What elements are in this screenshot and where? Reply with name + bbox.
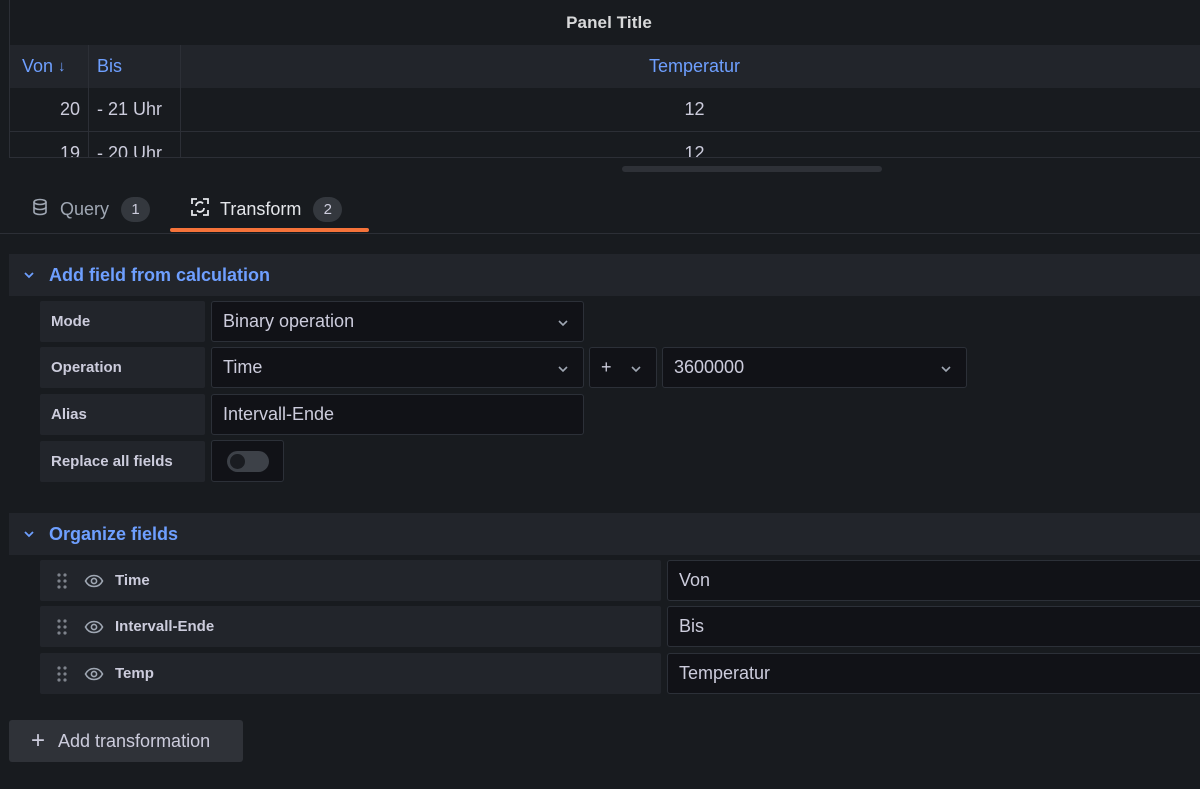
drag-handle-icon[interactable] (40, 665, 84, 683)
section-title: Add field from calculation (49, 264, 271, 285)
mode-label: Mode (40, 301, 205, 342)
sort-desc-icon: ↓ (58, 58, 66, 75)
rename-field-input[interactable]: Von (667, 560, 1200, 601)
toggle-knob (230, 454, 245, 469)
tab-transform[interactable]: Transform 2 (190, 184, 343, 234)
mode-select[interactable]: Binary operation (211, 301, 584, 342)
operation-label: Operation (40, 347, 205, 388)
operation-left-select[interactable]: Time (211, 347, 584, 388)
rename-field-input[interactable]: Bis (667, 606, 1200, 647)
table-cell-bis: - 20 Uhr (89, 132, 181, 157)
alias-input[interactable]: Intervall-Ende (211, 394, 584, 435)
field-name: Time (115, 572, 150, 589)
table-row: 20 - 21 Uhr 12 (10, 88, 1200, 132)
section-add-field-from-calculation[interactable]: Add field from calculation (9, 254, 1200, 296)
tab-query-label: Query (60, 198, 110, 219)
editor-tabs: Query 1 Transform 2 (0, 184, 1200, 234)
active-tab-indicator (170, 228, 369, 232)
table-cell-temperatur: 12 (684, 99, 705, 119)
organize-field-row[interactable]: Intervall-Ende (40, 606, 661, 647)
tab-transform-label: Transform (220, 198, 302, 219)
table-row: 19 - 20 Uhr 12 (10, 132, 1200, 158)
section-organize-fields[interactable]: Organize fields (9, 513, 1200, 555)
panel-title[interactable]: Panel Title (10, 0, 1200, 45)
operator-select[interactable]: + (589, 347, 657, 388)
column-header-bis[interactable]: Bis (89, 45, 181, 88)
chevron-down-icon (556, 360, 570, 381)
tab-query-counter: 1 (121, 196, 151, 222)
rename-field-input[interactable]: Temperatur (667, 653, 1200, 694)
eye-icon[interactable] (84, 620, 114, 634)
chevron-down-icon (939, 360, 953, 381)
alias-label: Alias (40, 394, 205, 435)
panel-preview: Panel Title Von ↓ Bis Temperatur 20 - 21… (9, 0, 1200, 158)
replace-all-fields-toggle[interactable] (227, 451, 269, 472)
eye-icon[interactable] (84, 667, 114, 681)
table-cell-temperatur: 12 (684, 143, 705, 158)
column-header-von[interactable]: Von ↓ (10, 45, 89, 88)
tab-transform-counter: 2 (313, 196, 343, 222)
column-header-temperatur[interactable]: Temperatur (181, 45, 1200, 88)
organize-field-row[interactable]: Temp (40, 653, 661, 694)
organize-field-row[interactable]: Time (40, 560, 661, 601)
plus-icon: + (31, 727, 46, 754)
field-name: Temp (115, 665, 154, 682)
drag-handle-icon[interactable] (40, 572, 84, 590)
table-cell-von: 19 (10, 132, 89, 157)
field-name: Intervall-Ende (115, 618, 215, 635)
add-transformation-button[interactable]: + Add transformation (9, 720, 243, 762)
horizontal-scrollbar[interactable] (622, 166, 882, 172)
drag-handle-icon[interactable] (40, 618, 84, 636)
replace-all-fields-switch-container (211, 440, 284, 482)
eye-icon[interactable] (84, 574, 114, 588)
tab-query[interactable]: Query 1 (30, 184, 151, 234)
add-transformation-label: Add transformation (58, 730, 211, 751)
chevron-down-icon (629, 360, 643, 381)
section-title: Organize fields (49, 523, 179, 544)
table-cell-bis: - 21 Uhr (89, 88, 181, 131)
replace-all-fields-label: Replace all fields (40, 441, 205, 482)
table-cell-von: 20 (10, 88, 89, 131)
database-icon (30, 197, 60, 222)
chevron-down-icon (9, 528, 49, 540)
transform-icon (190, 197, 220, 222)
chevron-down-icon (9, 269, 49, 281)
table-header: Von ↓ Bis Temperatur (10, 45, 1200, 88)
chevron-down-icon (556, 314, 570, 335)
operation-right-select[interactable]: 3600000 (662, 347, 967, 388)
